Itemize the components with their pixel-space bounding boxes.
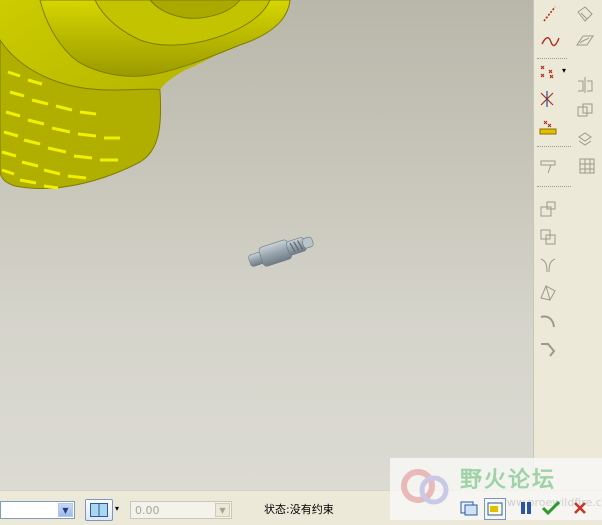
copy-icon[interactable]: [574, 128, 596, 150]
toolbar-separator: [537, 146, 571, 147]
chevron-down-icon[interactable]: ▼: [58, 503, 73, 517]
preview-icon[interactable]: [459, 498, 479, 518]
bend-icon[interactable]: [537, 310, 559, 332]
coordinate-system-icon[interactable]: [537, 116, 559, 138]
forum-logo: [401, 469, 449, 505]
cut-out-icon[interactable]: [537, 282, 559, 304]
pause-icon[interactable]: [516, 498, 536, 518]
surface-icon[interactable]: [574, 30, 596, 52]
confirm-checkmark-icon[interactable]: [541, 498, 561, 518]
status-text: 状态:没有约束: [264, 503, 334, 516]
flange-icon[interactable]: [537, 338, 559, 360]
insert-feature-icon[interactable]: [537, 155, 559, 177]
sketch-line-icon[interactable]: [539, 3, 561, 25]
layout-dropdown-arrow-icon[interactable]: ▾: [115, 504, 119, 513]
group-icon[interactable]: [537, 226, 559, 248]
reference-combo[interactable]: ▼: [0, 501, 75, 519]
offset-value: 0.00: [135, 504, 160, 517]
table-icon[interactable]: [576, 155, 598, 177]
right-feature-toolbar: ▾: [533, 0, 602, 490]
datum-plane-icon[interactable]: [574, 3, 596, 25]
datum-axis-icon[interactable]: [537, 88, 559, 110]
offset-icon[interactable]: [574, 100, 596, 122]
offset-value-combo: 0.00 ▼: [130, 501, 232, 519]
chevron-down-icon: ▼: [215, 503, 230, 517]
model-geometry[interactable]: [0, 0, 533, 490]
mirror-icon[interactable]: [574, 74, 596, 96]
sketch-curve-icon[interactable]: [539, 30, 561, 52]
cancel-x-icon[interactable]: [570, 498, 590, 518]
layout-toggle-button[interactable]: [85, 499, 113, 521]
toolbar-separator: [537, 186, 571, 187]
verify-icon[interactable]: [484, 498, 506, 520]
watermark-text: 野火论坛: [460, 468, 557, 493]
toolbar-separator: [537, 58, 567, 59]
component-place-icon[interactable]: [537, 198, 559, 220]
small-part: [248, 236, 314, 267]
merge-icon[interactable]: [537, 254, 559, 276]
3d-viewport[interactable]: [0, 0, 533, 490]
split-view-icon: [90, 503, 108, 517]
points-dropdown-arrow-icon[interactable]: ▾: [562, 66, 566, 75]
datum-points-icon[interactable]: [537, 60, 559, 82]
